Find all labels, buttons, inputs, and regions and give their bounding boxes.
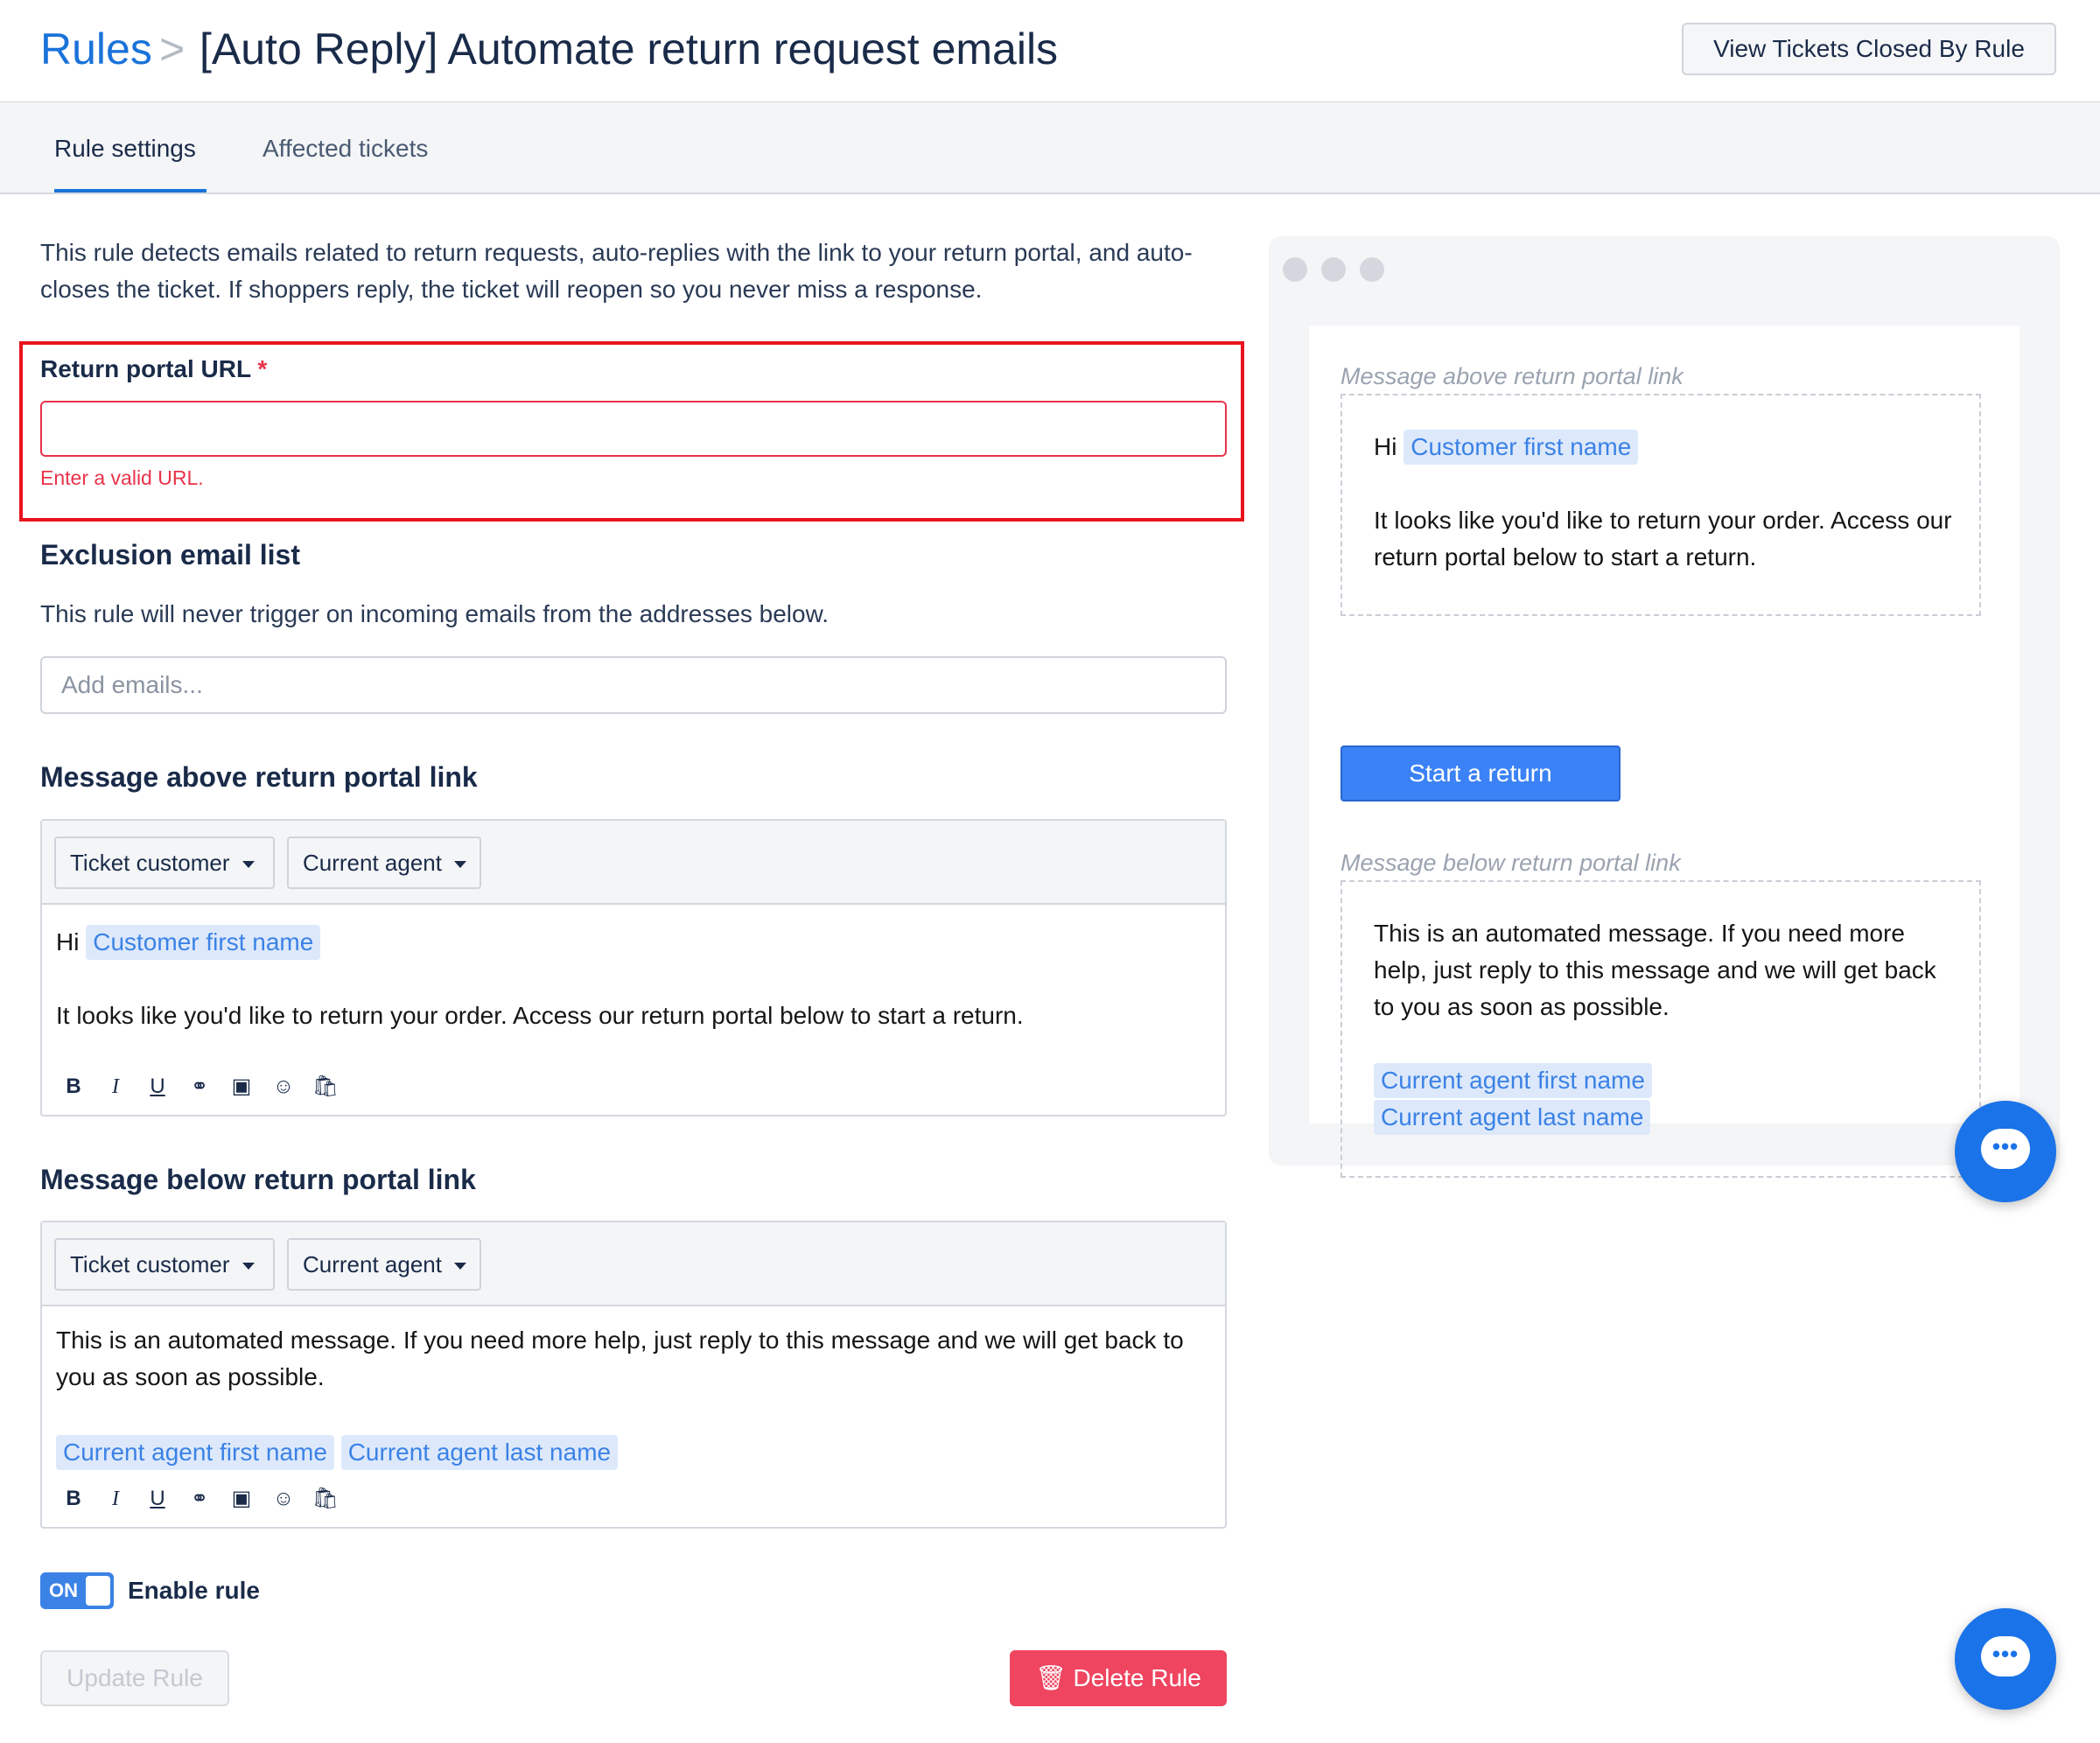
shopify-icon[interactable]: 🛍 <box>304 1073 346 1101</box>
message-below-editor[interactable]: Ticket customer Current agent This is an… <box>40 1221 1227 1529</box>
rule-description: This rule detects emails related to retu… <box>40 239 1193 303</box>
update-rule-button[interactable]: Update Rule <box>40 1650 229 1706</box>
message-above-title: Message above return portal link <box>40 761 478 793</box>
chevron-down-icon <box>242 861 255 869</box>
tab-affected-tickets[interactable]: Affected tickets <box>262 131 428 166</box>
variable-chip: Customer first name <box>1404 430 1639 465</box>
tab-rule-settings[interactable]: Rule settings <box>54 131 196 166</box>
active-tab-indicator <box>54 189 206 192</box>
ticket-customer-dropdown[interactable]: Ticket customer <box>54 836 275 889</box>
exclusion-title: Exclusion email list <box>40 539 300 570</box>
required-mark: * <box>257 355 268 382</box>
editor-body: This is an automated message. If you nee… <box>56 1326 1184 1390</box>
exclusion-description: This rule will never trigger on incoming… <box>40 600 830 627</box>
emoji-icon[interactable]: ☺ <box>262 1073 304 1101</box>
emoji-icon[interactable]: ☺ <box>262 1485 304 1513</box>
chevron-down-icon <box>453 861 466 869</box>
italic-button[interactable]: I <box>94 1485 136 1513</box>
chat-bubble-icon: ••• <box>1981 1129 2030 1169</box>
chevron-down-icon <box>242 1263 255 1270</box>
preview-body-below: This is an automated message. If you nee… <box>1374 920 1936 1020</box>
toggle-knob <box>86 1576 110 1606</box>
variable-chip: Current agent last name <box>340 1435 619 1470</box>
preview-label-below: Message below return portal link <box>1340 850 1681 876</box>
breadcrumb-rules-link[interactable]: Rules <box>40 23 152 75</box>
editor-greeting: Hi Customer first name <box>56 924 321 961</box>
preview-box-below: This is an automated message. If you nee… <box>1340 880 1981 1178</box>
window-dot <box>1321 257 1346 282</box>
preview-label-above: Message above return portal link <box>1340 363 1684 389</box>
exclusion-emails-input[interactable]: Add emails... <box>40 656 1227 714</box>
variable-chip: Customer first name <box>86 925 321 960</box>
toggle-state: ON <box>49 1579 78 1601</box>
image-icon[interactable]: ▣ <box>220 1485 262 1513</box>
window-dot <box>1360 257 1384 282</box>
variable-chip: Current agent first name <box>56 1435 334 1470</box>
editor-agent-chips: Current agent first name Current agent l… <box>56 1434 619 1471</box>
current-agent-dropdown[interactable]: Current agent <box>287 836 481 889</box>
preview-box-above: Hi Customer first name It looks like you… <box>1340 394 1981 616</box>
chat-button[interactable]: ••• <box>1955 1608 2056 1710</box>
preview-body-above: It looks like you'd like to return your … <box>1374 507 1952 570</box>
ticket-customer-dropdown[interactable]: Ticket customer <box>54 1238 275 1291</box>
chat-button[interactable]: ••• <box>1955 1101 2056 1202</box>
delete-rule-button[interactable]: 🗑 Delete Rule <box>1010 1650 1227 1706</box>
trash-icon: 🗑 <box>1035 1664 1067 1691</box>
format-toolbar: B I U ⚭ ▣ ☺ 🛍 <box>52 1485 346 1513</box>
variable-chip: Current agent last name <box>1374 1100 1651 1135</box>
chevron-down-icon <box>453 1263 466 1270</box>
link-icon[interactable]: ⚭ <box>178 1073 220 1101</box>
shopify-icon[interactable]: 🛍 <box>304 1485 346 1513</box>
bold-button[interactable]: B <box>52 1073 94 1101</box>
image-icon[interactable]: ▣ <box>220 1073 262 1101</box>
preview-email-body: Message above return portal link Hi Cust… <box>1309 326 2020 1178</box>
portal-url-label: Return portal URL * <box>40 355 268 382</box>
variable-chip: Current agent first name <box>1374 1063 1652 1098</box>
bold-button[interactable]: B <box>52 1485 94 1513</box>
format-toolbar: B I U ⚭ ▣ ☺ 🛍 <box>52 1073 346 1101</box>
chat-bubble-icon: ••• <box>1981 1636 2030 1676</box>
enable-rule-label: Enable rule <box>128 1577 260 1604</box>
window-dot <box>1283 257 1307 282</box>
underline-button[interactable]: U <box>136 1485 178 1513</box>
message-below-title: Message below return portal link <box>40 1164 476 1195</box>
italic-button[interactable]: I <box>94 1073 136 1101</box>
preview-greeting: Hi Customer first name <box>1374 429 1639 466</box>
link-icon[interactable]: ⚭ <box>178 1485 220 1513</box>
email-preview: Message above return portal link Hi Cust… <box>1269 236 2060 1178</box>
view-tickets-closed-button[interactable]: View Tickets Closed By Rule <box>1682 23 2056 75</box>
editor-body: It looks like you'd like to return your … <box>56 1002 1024 1029</box>
start-return-button[interactable]: Start a return <box>1340 746 1620 802</box>
preview-agent-chips: Current agent first name Current agent l… <box>1374 1062 1652 1136</box>
message-above-editor[interactable]: Ticket customer Current agent Hi Custome… <box>40 819 1227 1116</box>
portal-url-input[interactable] <box>40 401 1227 457</box>
page-title: [Auto Reply] Automate return request ema… <box>200 24 1059 74</box>
breadcrumb-separator: > <box>159 24 186 74</box>
current-agent-dropdown[interactable]: Current agent <box>287 1238 481 1291</box>
underline-button[interactable]: U <box>136 1073 178 1101</box>
enable-rule-toggle[interactable]: ON <box>40 1572 114 1609</box>
portal-url-error: Enter a valid URL. <box>40 466 204 489</box>
